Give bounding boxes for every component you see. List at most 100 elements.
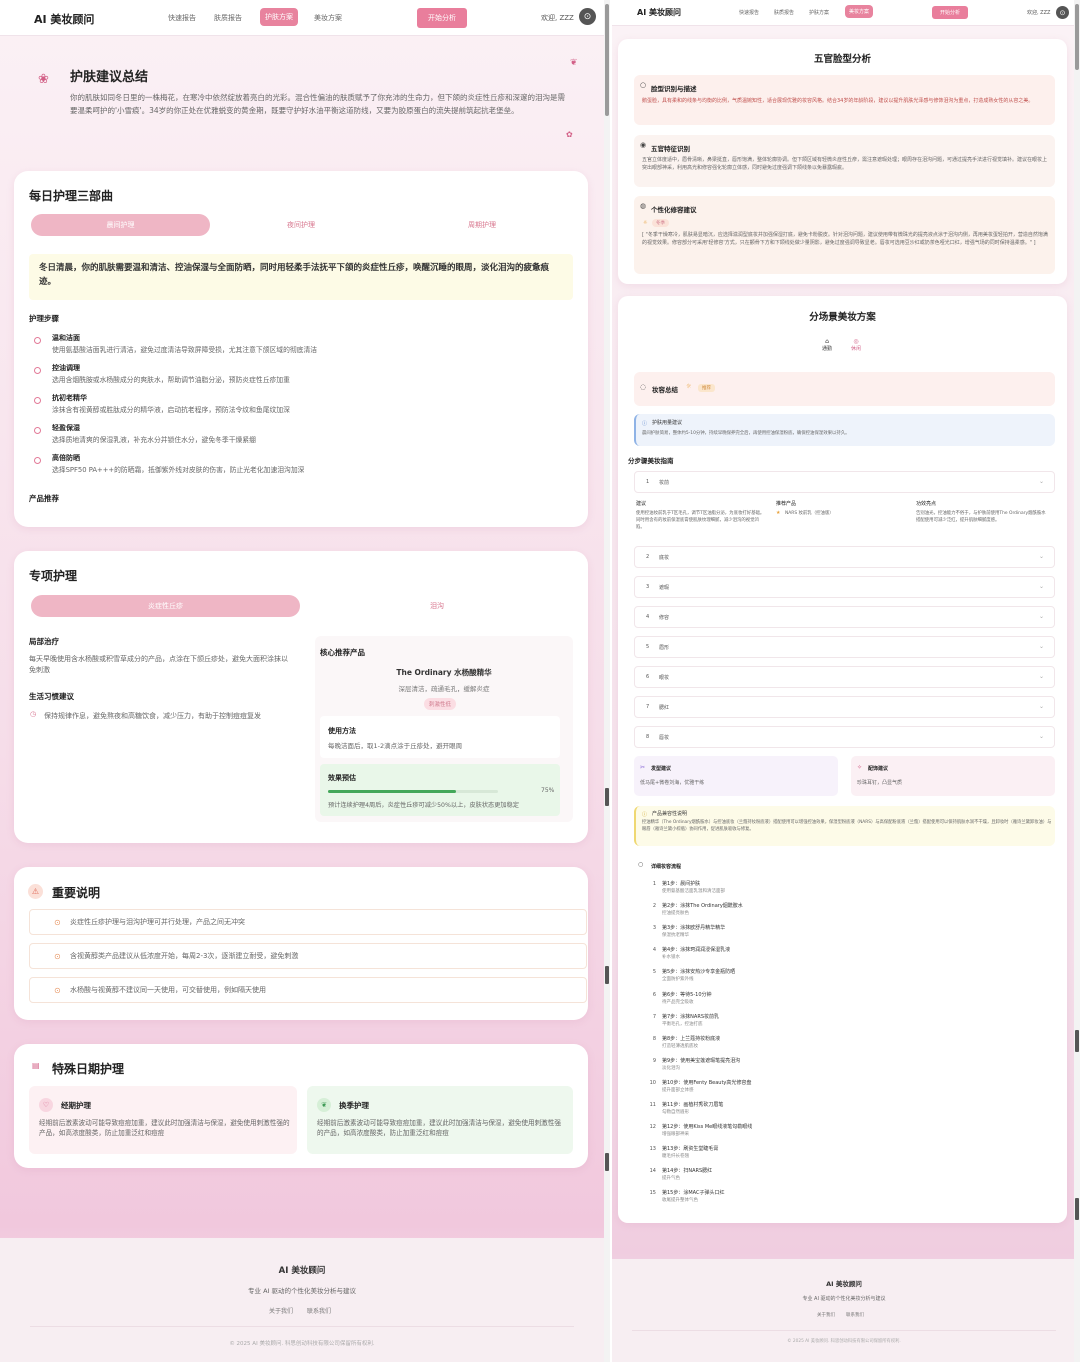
flow-step-title: 第1步：晨间护肤 xyxy=(662,881,701,887)
compat-text: 控油精华（The Ordinary烟酰胺水）与控油底妆（兰蔻持妆粉底液）搭配使用… xyxy=(642,820,1052,832)
season-title: 换季护理 xyxy=(339,1101,369,1110)
step-accordion-item[interactable]: 4 修容 ⌄ xyxy=(634,606,1055,628)
step-number: 5 xyxy=(646,644,650,650)
chevron-down-icon[interactable]: ⌄ xyxy=(1039,643,1044,650)
step-circle-icon xyxy=(34,397,41,404)
step-accordion-item[interactable]: 7 腮红 ⌄ xyxy=(634,696,1055,718)
flow-step-number: 12 xyxy=(649,1124,656,1131)
step-accordion-item[interactable]: 6 眼妆 ⌄ xyxy=(634,666,1055,688)
chevron-down-icon[interactable]: ⌄ xyxy=(1039,583,1044,590)
chevron-down-icon[interactable]: ⌄ xyxy=(1039,703,1044,710)
period-title: 经期护理 xyxy=(61,1101,91,1110)
care-step-name: 控油调理 xyxy=(52,364,80,372)
right-scrollbar[interactable] xyxy=(1074,0,1080,1362)
start-analysis-button[interactable]: 开始分析 xyxy=(417,8,467,28)
tab-tear-trough[interactable]: 泪沟 xyxy=(302,595,572,617)
step-accordion-item[interactable]: 3 遮瑕 ⌄ xyxy=(634,576,1055,598)
footer-contact-link[interactable]: 联系我们 xyxy=(307,1306,331,1315)
period-card: ♡ 经期护理 经期前后激素波动可能导致痘痘加重，建议此时加强清洁与保湿，避免使用… xyxy=(29,1086,297,1154)
chevron-down-icon[interactable]: ⌄ xyxy=(1039,553,1044,560)
special-care-card: 专项护理 炎症性丘疹 泪沟 局部治疗 每天早晚使用含水杨酸或积雪草成分的产品，点… xyxy=(14,551,588,843)
flow-step-sub: 打造轻薄透肌底妆 xyxy=(662,1043,698,1049)
tab-morning[interactable]: 晨间护理 xyxy=(31,214,210,236)
flow-step-sub: 平衡毛孔，控油打底 xyxy=(662,1021,703,1027)
chevron-down-icon[interactable]: ⌄ xyxy=(1039,733,1044,740)
product-name[interactable]: The Ordinary 水杨酸精华 xyxy=(315,667,573,678)
care-step-name: 温和洁面 xyxy=(52,334,80,342)
chevron-down-icon[interactable]: ⌄ xyxy=(1039,613,1044,620)
summary-tag: 推荐 xyxy=(698,384,715,392)
flow-step-number: 14 xyxy=(649,1168,656,1175)
briefcase-icon: ⌂ xyxy=(825,338,829,345)
right-window: AI 美妆顾问 快速报告 肤质报告 护肤方案 美妆方案 开始分析 欢迎, ZZZ… xyxy=(612,0,1076,1362)
right-nav-makeup-plan[interactable]: 美妆方案 xyxy=(845,5,874,18)
flow-step-title: 第11步：画植村秀砍刀眉笔 xyxy=(662,1102,724,1108)
right-nav-skin-report[interactable]: 肤质报告 xyxy=(774,9,794,16)
chevron-down-icon[interactable]: ⌄ xyxy=(1039,478,1044,485)
tab-commute[interactable]: ⌂ 通勤 xyxy=(817,338,837,352)
sun-icon: ☼ xyxy=(643,220,648,226)
summary-sun-icon: ☼ xyxy=(686,383,692,390)
sparkle-icon: ✧ xyxy=(857,764,863,771)
tab-leisure[interactable]: ◎ 休闲 xyxy=(846,338,866,352)
effect-box: 效果预估 75% 预计连续护理4周后，炎症性丘疹可减少50%以上，皮肤状态更加稳… xyxy=(320,764,560,816)
step-accordion-item[interactable]: 2 底妆 ⌄ xyxy=(634,546,1055,568)
special-care-title: 专项护理 xyxy=(29,569,78,583)
right-user-icon[interactable]: ⊙ xyxy=(1056,6,1069,19)
scene-makeup-card: 分场景美妆方案 ⌂ 通勤 ◎ 休闲 ◌ 妆容总结 ☼ 推荐 ⓘ 护肤用量建议 晨间护… xyxy=(618,296,1067,1223)
flow-step-sub: 保湿抗老精华 xyxy=(662,933,689,939)
flow-step: 13 第13步：刷资生堂睫毛膏 睫毛纤长卷翘 xyxy=(646,1145,1046,1165)
nav-skincare-plan[interactable]: 护肤方案 xyxy=(260,8,298,26)
flow-step-number: 3 xyxy=(652,925,656,932)
skincare-tip-box: ⓘ 护肤用量建议 晨间护肤简易，整体约5-10分钟，持续早晚保养完全后，再使用控… xyxy=(634,414,1055,446)
flow-step-title: 第4步：涂抹珂润润浸保湿乳液 xyxy=(662,947,731,954)
flow-step: 8 第8步：上兰蔻持妆粉底液 打造轻薄透肌底妆 xyxy=(646,1035,1046,1055)
chevron-down-icon[interactable]: ⌄ xyxy=(1039,673,1044,680)
product-text[interactable]: NARS 妆前乳（控油版） xyxy=(785,510,834,517)
step-accordion-item[interactable]: 8 唇妆 ⌄ xyxy=(634,726,1055,748)
right-nav-quick-report[interactable]: 快速报告 xyxy=(739,9,759,16)
step-accordion-item[interactable]: 5 眉形 ⌄ xyxy=(634,636,1055,658)
nav-quick-report[interactable]: 快速报告 xyxy=(168,13,196,23)
step-accordion-item[interactable]: 1 妆前 ⌄ xyxy=(634,471,1055,493)
flow-step-title: 第5步：涂抹安热沙专享金瓶防晒 xyxy=(662,969,736,976)
flow-step: 9 第9步：使用美宝莲遮瑕笔提亮泪沟 淡化泪沟 xyxy=(646,1057,1046,1077)
right-footer-contact-link[interactable]: 联系我们 xyxy=(846,1312,864,1318)
step-number: 8 xyxy=(646,734,650,740)
flow-step: 15 第15步：涂MAC子弹头口红 收尾提升整体气色 xyxy=(646,1189,1046,1209)
tab-papules[interactable]: 炎症性丘疹 xyxy=(31,595,300,617)
user-icon[interactable]: ⊙ xyxy=(579,8,596,25)
right-brand-logo[interactable]: AI 美妆顾问 xyxy=(637,7,681,18)
flow-step-number: 13 xyxy=(649,1146,656,1153)
nav-makeup-plan[interactable]: 美妆方案 xyxy=(314,13,342,23)
footer-about-link[interactable]: 关于我们 xyxy=(269,1306,293,1315)
important-item-text: 含视黄醇类产品建议从低浓度开始，每周2-3次，逐渐建立耐受，避免刺激 xyxy=(70,952,299,960)
flow-step-number: 9 xyxy=(652,1057,656,1064)
calendar-icon: ▤ xyxy=(32,1061,40,1070)
tab-night[interactable]: 夜间护理 xyxy=(211,214,391,236)
important-item-text: 炎症性丘疹护理与泪沟护理可并行处理，产品之间无冲突 xyxy=(70,918,245,926)
tab-periodic[interactable]: 周期护理 xyxy=(392,214,572,236)
hair-card: ✂ 发型建议 低马尾+微卷刘海，优雅干练 xyxy=(634,756,838,796)
right-scrollbar-thumb[interactable] xyxy=(1075,4,1079,70)
flow-step-title: 第2步：涂抹The Ordinary烟酰胺水 xyxy=(662,903,743,910)
care-step-item: 高倍防晒 选择SPF50 PA+++的防晒霜，抵御紫外线对皮肤的伤害，防止光老化… xyxy=(14,451,588,479)
flow-step-number: 15 xyxy=(649,1190,656,1197)
scene-makeup-title: 分场景美妆方案 xyxy=(809,312,876,323)
nav-skin-report[interactable]: 肤质报告 xyxy=(214,13,242,23)
care-step-name: 轻盈保湿 xyxy=(52,424,80,432)
tab-commute-label: 通勤 xyxy=(821,346,832,352)
highlight-label: 功效亮点 xyxy=(916,501,937,507)
important-item: ⊙ 炎症性丘疹护理与泪沟护理可并行处理，产品之间无冲突 xyxy=(29,909,587,935)
left-scrollbar[interactable] xyxy=(604,0,610,1362)
left-scrollbar-thumb[interactable] xyxy=(605,4,609,116)
right-start-analysis-button[interactable]: 开始分析 xyxy=(932,6,969,19)
step-number: 7 xyxy=(646,704,650,710)
bulb-icon: ◌ xyxy=(640,383,647,391)
flow-step-sub: 控油提亮肤色 xyxy=(662,911,689,917)
brand-logo[interactable]: AI 美妆顾问 xyxy=(34,11,94,27)
right-nav-skincare-plan[interactable]: 护肤方案 xyxy=(809,9,829,16)
care-step-item: 抗初老精华 涂抹含有视黄醇或胜肽成分的精华液，启动抗老程序，预防法令纹和鱼尾纹加… xyxy=(14,391,588,419)
flow-step-number: 2 xyxy=(652,903,656,910)
right-footer-about-link[interactable]: 关于我们 xyxy=(817,1312,835,1318)
